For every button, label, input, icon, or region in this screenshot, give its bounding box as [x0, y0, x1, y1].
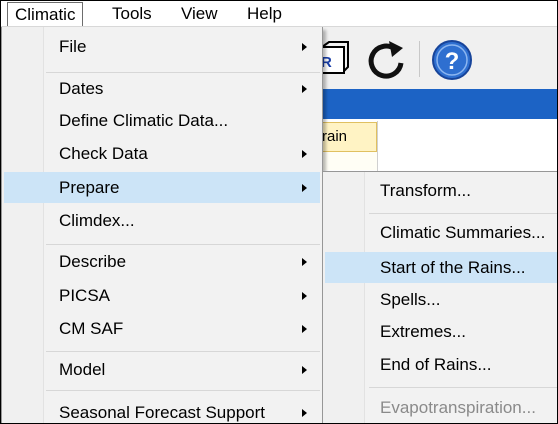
menu-item-extremes[interactable]: Extremes... — [325, 316, 557, 347]
submenu-arrow-icon — [302, 325, 307, 333]
menu-item-label: Extremes... — [380, 322, 466, 341]
menu-separator — [369, 213, 557, 214]
menu-item-define-climatic-data[interactable]: Define Climatic Data... — [4, 105, 320, 136]
menu-climatic[interactable]: Climatic — [7, 2, 84, 26]
menu-item-label: Describe — [59, 252, 127, 271]
menu-item-climdex[interactable]: Climdex... — [4, 205, 320, 236]
menu-item-label: Climdex... — [59, 211, 135, 230]
menu-item-label: Climatic Summaries... — [380, 223, 546, 242]
menu-item-end-of-rains[interactable]: End of Rains... — [325, 349, 557, 380]
menu-item-cm-saf[interactable]: CM SAF — [4, 313, 320, 344]
submenu-arrow-icon — [302, 184, 307, 192]
menu-help[interactable]: Help — [240, 2, 289, 26]
menu-item-label: Define Climatic Data... — [59, 111, 229, 130]
menu-bar: Climatic Tools View Help — [1, 1, 557, 27]
menu-item-check-data[interactable]: Check Data — [4, 138, 320, 169]
menu-item-prepare[interactable]: Prepare — [4, 172, 320, 203]
menu-separator — [46, 351, 320, 352]
climatic-dropdown-menu: File Dates Define Climatic Data... Check… — [1, 27, 323, 423]
menu-separator — [46, 390, 320, 391]
menu-item-label: File — [59, 37, 87, 56]
menu-item-transform[interactable]: Transform... — [325, 175, 557, 206]
prepare-submenu: Transform... Climatic Summaries... Start… — [322, 171, 557, 423]
menu-item-spells[interactable]: Spells... — [325, 284, 557, 315]
report-icon[interactable]: R — [321, 41, 349, 75]
svg-text:?: ? — [445, 48, 460, 75]
menu-item-model[interactable]: Model — [4, 354, 320, 385]
menu-item-evapotranspiration: Evapotranspiration... — [325, 392, 557, 423]
menu-view[interactable]: View — [174, 2, 225, 26]
menu-item-file[interactable]: File — [4, 31, 320, 62]
submenu-arrow-icon — [302, 292, 307, 300]
menu-item-label: Check Data — [59, 144, 148, 163]
submenu-arrow-icon — [302, 409, 307, 417]
submenu-arrow-icon — [302, 366, 307, 374]
menu-item-label: Seasonal Forecast Support — [59, 403, 266, 422]
menu-item-seasonal-forecast-support[interactable]: Seasonal Forecast Support — [4, 397, 320, 423]
column-header-rain[interactable]: rain — [319, 122, 377, 152]
refresh-icon[interactable] — [365, 39, 409, 83]
menu-separator — [369, 387, 557, 388]
menu-item-dates[interactable]: Dates — [4, 73, 320, 104]
menu-tools[interactable]: Tools — [105, 2, 159, 26]
menu-separator — [46, 244, 320, 245]
submenu-arrow-icon — [302, 43, 307, 51]
toolbar-divider — [419, 41, 420, 77]
menu-item-climatic-summaries[interactable]: Climatic Summaries... — [325, 217, 557, 248]
menu-item-picsa[interactable]: PICSA — [4, 280, 320, 311]
menu-item-label: Model — [59, 360, 106, 379]
menu-item-label: Evapotranspiration... — [380, 398, 536, 417]
menu-item-label: Dates — [59, 79, 104, 98]
submenu-arrow-icon — [302, 85, 307, 93]
grid-divider — [377, 121, 378, 171]
help-icon[interactable]: ? — [431, 39, 473, 81]
menu-item-label: End of Rains... — [380, 355, 492, 374]
menu-item-label: PICSA — [59, 286, 111, 305]
submenu-arrow-icon — [302, 150, 307, 158]
menu-item-label: CM SAF — [59, 319, 124, 338]
menu-item-label: Start of the Rains... — [380, 258, 526, 277]
menu-item-label: Spells... — [380, 290, 441, 309]
submenu-arrow-icon — [302, 258, 307, 266]
menu-item-describe[interactable]: Describe — [4, 246, 320, 277]
menu-item-start-of-the-rains[interactable]: Start of the Rains... — [325, 252, 557, 283]
application-window: R ? rain Climatic Tools View Help File D… — [0, 0, 558, 424]
column-cell — [319, 152, 377, 170]
menu-item-label: Transform... — [380, 181, 471, 200]
menu-item-label: Prepare — [59, 178, 120, 197]
